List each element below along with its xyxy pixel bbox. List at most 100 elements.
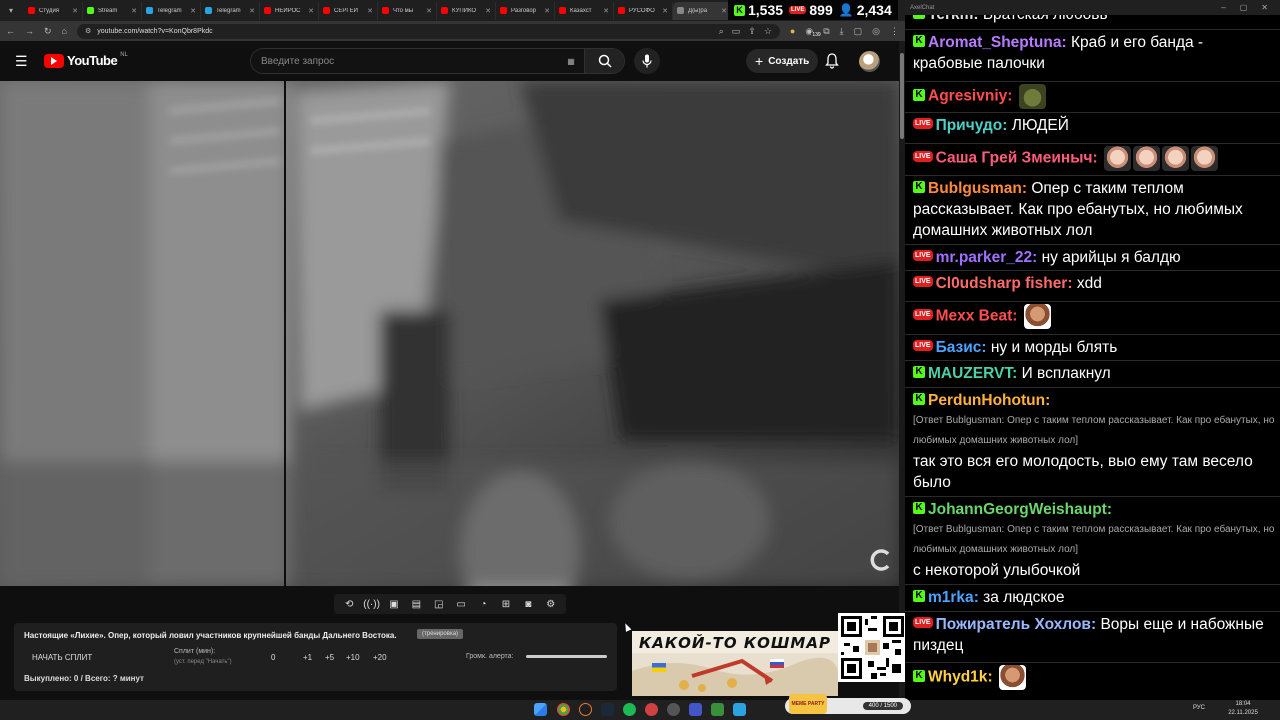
alert-volume-slider[interactable] [526, 655, 607, 658]
chat-message[interactable]: LIVE mr.parker_22: ну арийцы я балдю [913, 247, 1275, 268]
chat-username[interactable]: JohannGeorgWeishaupt [928, 501, 1107, 518]
tab-close-icon[interactable]: ✕ [721, 7, 727, 15]
tab-close-icon[interactable]: ✕ [131, 7, 137, 15]
voice-search-button[interactable] [634, 48, 660, 74]
chat-username[interactable]: Базис [936, 339, 982, 356]
chat-username[interactable]: Mexx Beat [936, 308, 1013, 325]
settings-gear-icon[interactable]: ⚙ [544, 598, 558, 610]
speed-gauge-icon[interactable]: ◔ [477, 598, 491, 610]
zoom-icon[interactable]: ⌕ [719, 26, 724, 37]
chat-username[interactable]: mr.parker_22 [936, 249, 1033, 266]
watch-later-icon[interactable]: ▣ [387, 598, 401, 610]
keyboard-icon[interactable]: ▦ [558, 49, 584, 73]
chat-username[interactable]: m1rka [928, 589, 974, 606]
browser-tab[interactable]: Stream ✕ [83, 1, 142, 20]
notifications-button[interactable] [825, 53, 839, 74]
create-button[interactable]: + Создать [746, 49, 819, 73]
app-green-icon[interactable] [711, 703, 724, 716]
loop-icon[interactable]: ⟲ [342, 598, 356, 610]
account-avatar[interactable] [859, 51, 880, 72]
chat-message[interactable]: LIVE Mexx Beat: [913, 304, 1275, 329]
chat-message[interactable]: LIVE Базис: ну и морды блять [913, 337, 1275, 358]
browser-tab[interactable]: Казахст ✕ [555, 1, 614, 20]
video-player[interactable] [0, 81, 899, 586]
back-icon[interactable]: ← [6, 26, 15, 36]
minimize-icon[interactable]: – [1221, 3, 1225, 12]
chat-username[interactable]: Саша Грей Змеиныч [936, 150, 1093, 167]
account-icon[interactable]: ◎ [872, 26, 880, 37]
site-info-icon[interactable]: ⚙ [85, 27, 91, 35]
windows-start-icon[interactable] [534, 703, 547, 716]
chat-message[interactable]: K PerdunHohotun: [Ответ Bublgusman: Опер с… [913, 390, 1275, 493]
chat-message[interactable]: K Whyd1k: [913, 665, 1275, 690]
chat-username[interactable]: MAUZERVT [928, 365, 1012, 382]
chat-message[interactable]: LIVE Cl0udsharp fisher: xdd [913, 273, 1275, 294]
chat-username[interactable]: Aromat_Sheptuna [928, 34, 1062, 51]
media-player-icon[interactable] [689, 703, 702, 716]
add-5-button[interactable]: +5 [325, 653, 334, 662]
chat-username[interactable]: Bublgusman [928, 180, 1022, 197]
chat-message[interactable]: K Agresivniy: [913, 84, 1275, 109]
tab-close-icon[interactable]: ✕ [544, 7, 550, 15]
close-icon[interactable]: ✕ [1261, 3, 1268, 12]
menu-hamburger-icon[interactable]: ☰ [15, 53, 28, 70]
chat-username[interactable]: Cl0udsharp fisher [936, 275, 1068, 292]
url-field[interactable]: ⚙ youtube.com/watch?v=KonQbr8Pkdc ⌕ ▭ ⇪ … [76, 23, 780, 39]
chat-username[interactable]: Whyd1k [928, 669, 987, 686]
chat-username[interactable]: Пожиратель Хохлов [936, 616, 1091, 633]
menu-icon[interactable]: ⋮ [890, 26, 899, 37]
search-input[interactable] [251, 49, 558, 73]
tab-close-icon[interactable]: ✕ [190, 7, 196, 15]
audio-waves-icon[interactable]: ((·)) [363, 598, 380, 610]
cast-icon[interactable]: ▭ [732, 26, 741, 37]
app-red-icon[interactable] [645, 703, 658, 716]
add-20-button[interactable]: +20 [373, 653, 387, 662]
home-icon[interactable]: ⌂ [62, 26, 67, 36]
forward-icon[interactable]: → [25, 26, 34, 36]
browser-tab[interactable]: Telegram ✕ [201, 1, 260, 20]
browser-tab[interactable]: Telegram ✕ [142, 1, 201, 20]
donation-qr-code[interactable] [838, 613, 907, 682]
tab-close-icon[interactable]: ✕ [662, 7, 668, 15]
app-gray-icon[interactable] [667, 703, 680, 716]
reload-icon[interactable]: ↻ [44, 26, 52, 37]
tab-close-icon[interactable]: ✕ [426, 7, 432, 15]
add-frame-icon[interactable]: ⊞ [499, 598, 513, 610]
tab-close-icon[interactable]: ✕ [485, 7, 491, 15]
chat-username[interactable]: Agresivniy [928, 88, 1007, 105]
browser-tab[interactable]: Разговор ✕ [496, 1, 555, 20]
tab-close-icon[interactable]: ✕ [603, 7, 609, 15]
share-icon[interactable]: ⇪ [748, 26, 756, 37]
chat-message[interactable]: K Bublgusman: Опер с таким теплом рассказ… [913, 178, 1275, 241]
chat-messages[interactable]: KTerkm: Братская любовьKAromat_Sheptuna:… [905, 0, 1280, 700]
clock-date[interactable]: 22.11.2025 [1223, 710, 1263, 716]
extensions-icon[interactable]: ⧉ [823, 26, 829, 37]
picture-in-picture-icon[interactable]: ◲ [432, 598, 446, 610]
chat-message[interactable]: K MAUZERVT: И всплакнул [913, 363, 1275, 384]
sidebar-icon[interactable]: ▢ [854, 26, 863, 37]
profile-dot-icon[interactable]: ● [790, 26, 795, 36]
steam-icon[interactable] [601, 703, 614, 716]
screenshot-camera-icon[interactable]: ◙ [521, 598, 535, 610]
maximize-icon[interactable]: ▢ [1240, 3, 1248, 12]
film-icon[interactable]: ▤ [409, 598, 423, 610]
spotify-icon[interactable] [623, 703, 636, 716]
chat-username[interactable]: Причудо [936, 117, 1003, 134]
download-icon[interactable]: ⤓ [840, 26, 844, 37]
tab-close-icon[interactable]: ✕ [72, 7, 78, 15]
chrome-icon[interactable] [557, 703, 570, 716]
obs-icon[interactable] [579, 703, 592, 716]
add-1-button[interactable]: +1 [303, 653, 312, 662]
bookmark-star-icon[interactable]: ☆ [764, 26, 772, 37]
youtube-logo[interactable]: YouTube NL [44, 52, 128, 68]
tab-list-icon[interactable]: ▾ [4, 4, 18, 18]
language-indicator[interactable]: РУС [1193, 705, 1205, 711]
browser-tab[interactable]: РУСОФО ✕ [614, 1, 673, 20]
chat-message[interactable]: K JohannGeorgWeishaupt: [Ответ Bublgusman:… [913, 499, 1275, 581]
tab-close-icon[interactable]: ✕ [249, 7, 255, 15]
start-split-button[interactable]: НАЧАТЬ СПЛИТ [32, 653, 92, 662]
tab-close-icon[interactable]: ✕ [308, 7, 314, 15]
telegram-icon[interactable] [733, 703, 746, 716]
browser-tab[interactable]: Д(ы)ра ✕ [673, 1, 732, 20]
browser-tab[interactable]: НЕЙРОС ✕ [260, 1, 319, 20]
